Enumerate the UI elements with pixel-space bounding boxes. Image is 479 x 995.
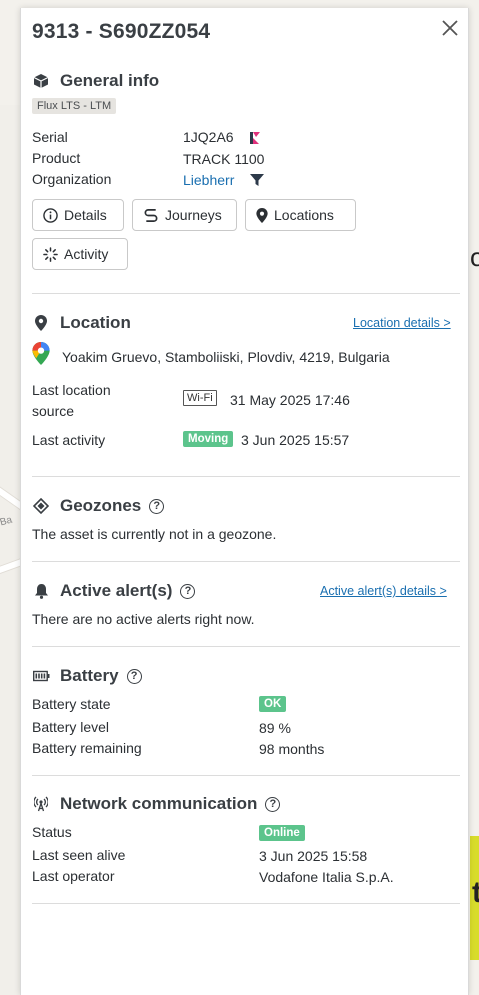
bell-icon	[32, 582, 50, 600]
product-label: Product	[32, 150, 81, 166]
divider	[32, 293, 460, 294]
alerts-details-link[interactable]: Active alert(s) details >	[320, 584, 447, 598]
last-location-source-label: Last location source	[32, 382, 111, 419]
last-activity-label: Last activity	[32, 432, 106, 448]
alerts-message: There are no active alerts right now.	[32, 611, 255, 627]
close-icon[interactable]	[441, 19, 461, 39]
locations-button[interactable]: Locations	[245, 199, 356, 231]
network-status-label: Status	[32, 824, 72, 840]
google-maps-icon[interactable]	[32, 342, 50, 370]
battery-level-value: 89 %	[259, 720, 291, 736]
route-icon	[144, 208, 158, 222]
help-icon[interactable]: ?	[180, 583, 196, 599]
geozones-heading: Geozones ?	[32, 496, 165, 516]
info-icon	[43, 207, 58, 223]
map-edge-text: o	[470, 242, 479, 272]
geozones-message: The asset is currently not in a geozone.	[32, 526, 277, 542]
network-heading: Network communication ?	[32, 794, 281, 814]
alerts-title: Active alert(s)	[60, 581, 173, 600]
organization-label: Organization	[32, 171, 112, 187]
locations-button-label: Locations	[274, 207, 334, 223]
location-heading: Location	[32, 313, 131, 333]
battery-level-label: Battery level	[32, 719, 110, 735]
battery-remaining-label: Battery remaining	[32, 740, 142, 756]
battery-title: Battery	[60, 666, 119, 685]
pin-icon	[256, 207, 268, 223]
details-button[interactable]: Details	[32, 199, 124, 231]
last-seen-label: Last seen alive	[32, 847, 126, 863]
general-info-heading: General info	[32, 71, 159, 91]
location-pin-icon	[32, 314, 50, 332]
last-seen-value: 3 Jun 2025 15:58	[259, 848, 368, 864]
wifi-source-badge: Wi-Fi	[183, 390, 217, 406]
map-strip	[0, 105, 20, 995]
divider	[32, 903, 460, 904]
help-icon[interactable]: ?	[149, 498, 165, 514]
battery-state-label: Battery state	[32, 696, 111, 712]
location-details-link[interactable]: Location details >	[353, 316, 451, 330]
activity-icon	[43, 246, 58, 262]
filter-icon[interactable]	[250, 174, 264, 192]
geozone-icon	[32, 497, 50, 515]
divider	[32, 775, 460, 776]
battery-remaining-value: 98 months	[259, 741, 325, 757]
activity-button[interactable]: Activity	[32, 238, 128, 270]
antenna-icon	[32, 795, 50, 813]
alerts-heading: Active alert(s) ?	[32, 581, 196, 601]
location-title: Location	[60, 313, 131, 332]
location-address: Yoakim Gruevo, Stamboliiski, Plovdiv, 42…	[62, 349, 390, 365]
journeys-button-label: Journeys	[165, 207, 222, 223]
divider	[32, 646, 460, 647]
location-source-time: 31 May 2025 17:46	[230, 392, 350, 408]
serial-label: Serial	[32, 129, 68, 145]
help-icon[interactable]: ?	[265, 796, 281, 812]
details-button-label: Details	[64, 207, 107, 223]
help-icon[interactable]: ?	[126, 668, 142, 684]
last-operator-value: Vodafone Italia S.p.A.	[259, 869, 394, 885]
activity-button-label: Activity	[64, 246, 109, 262]
online-status-badge: Online	[259, 825, 305, 841]
geozones-title: Geozones	[60, 496, 142, 515]
serial-value: 1JQ2A6	[183, 129, 234, 145]
cube-icon	[32, 72, 50, 90]
page-title: 9313 - S690ZZ054	[32, 20, 211, 43]
journeys-button[interactable]: Journeys	[132, 199, 237, 231]
model-tag: Flux LTS - LTM	[32, 98, 117, 114]
map-edge-text: t	[472, 876, 479, 909]
last-operator-label: Last operator	[32, 868, 115, 884]
last-activity-time: 3 Jun 2025 15:57	[241, 432, 350, 448]
battery-state-badge: OK	[259, 696, 287, 712]
moving-status-badge: Moving	[183, 431, 234, 447]
asset-detail-panel: 9313 - S690ZZ054 General info Flux LTS -…	[20, 8, 469, 995]
brand-flag-icon	[249, 131, 261, 149]
organization-link[interactable]: Liebherr	[183, 170, 234, 190]
battery-heading: Battery ?	[32, 666, 142, 686]
divider	[32, 476, 460, 477]
network-title: Network communication	[60, 794, 258, 813]
divider	[32, 561, 460, 562]
battery-icon	[32, 667, 50, 685]
general-info-title: General info	[60, 71, 160, 90]
product-value: TRACK 1100	[183, 151, 265, 167]
